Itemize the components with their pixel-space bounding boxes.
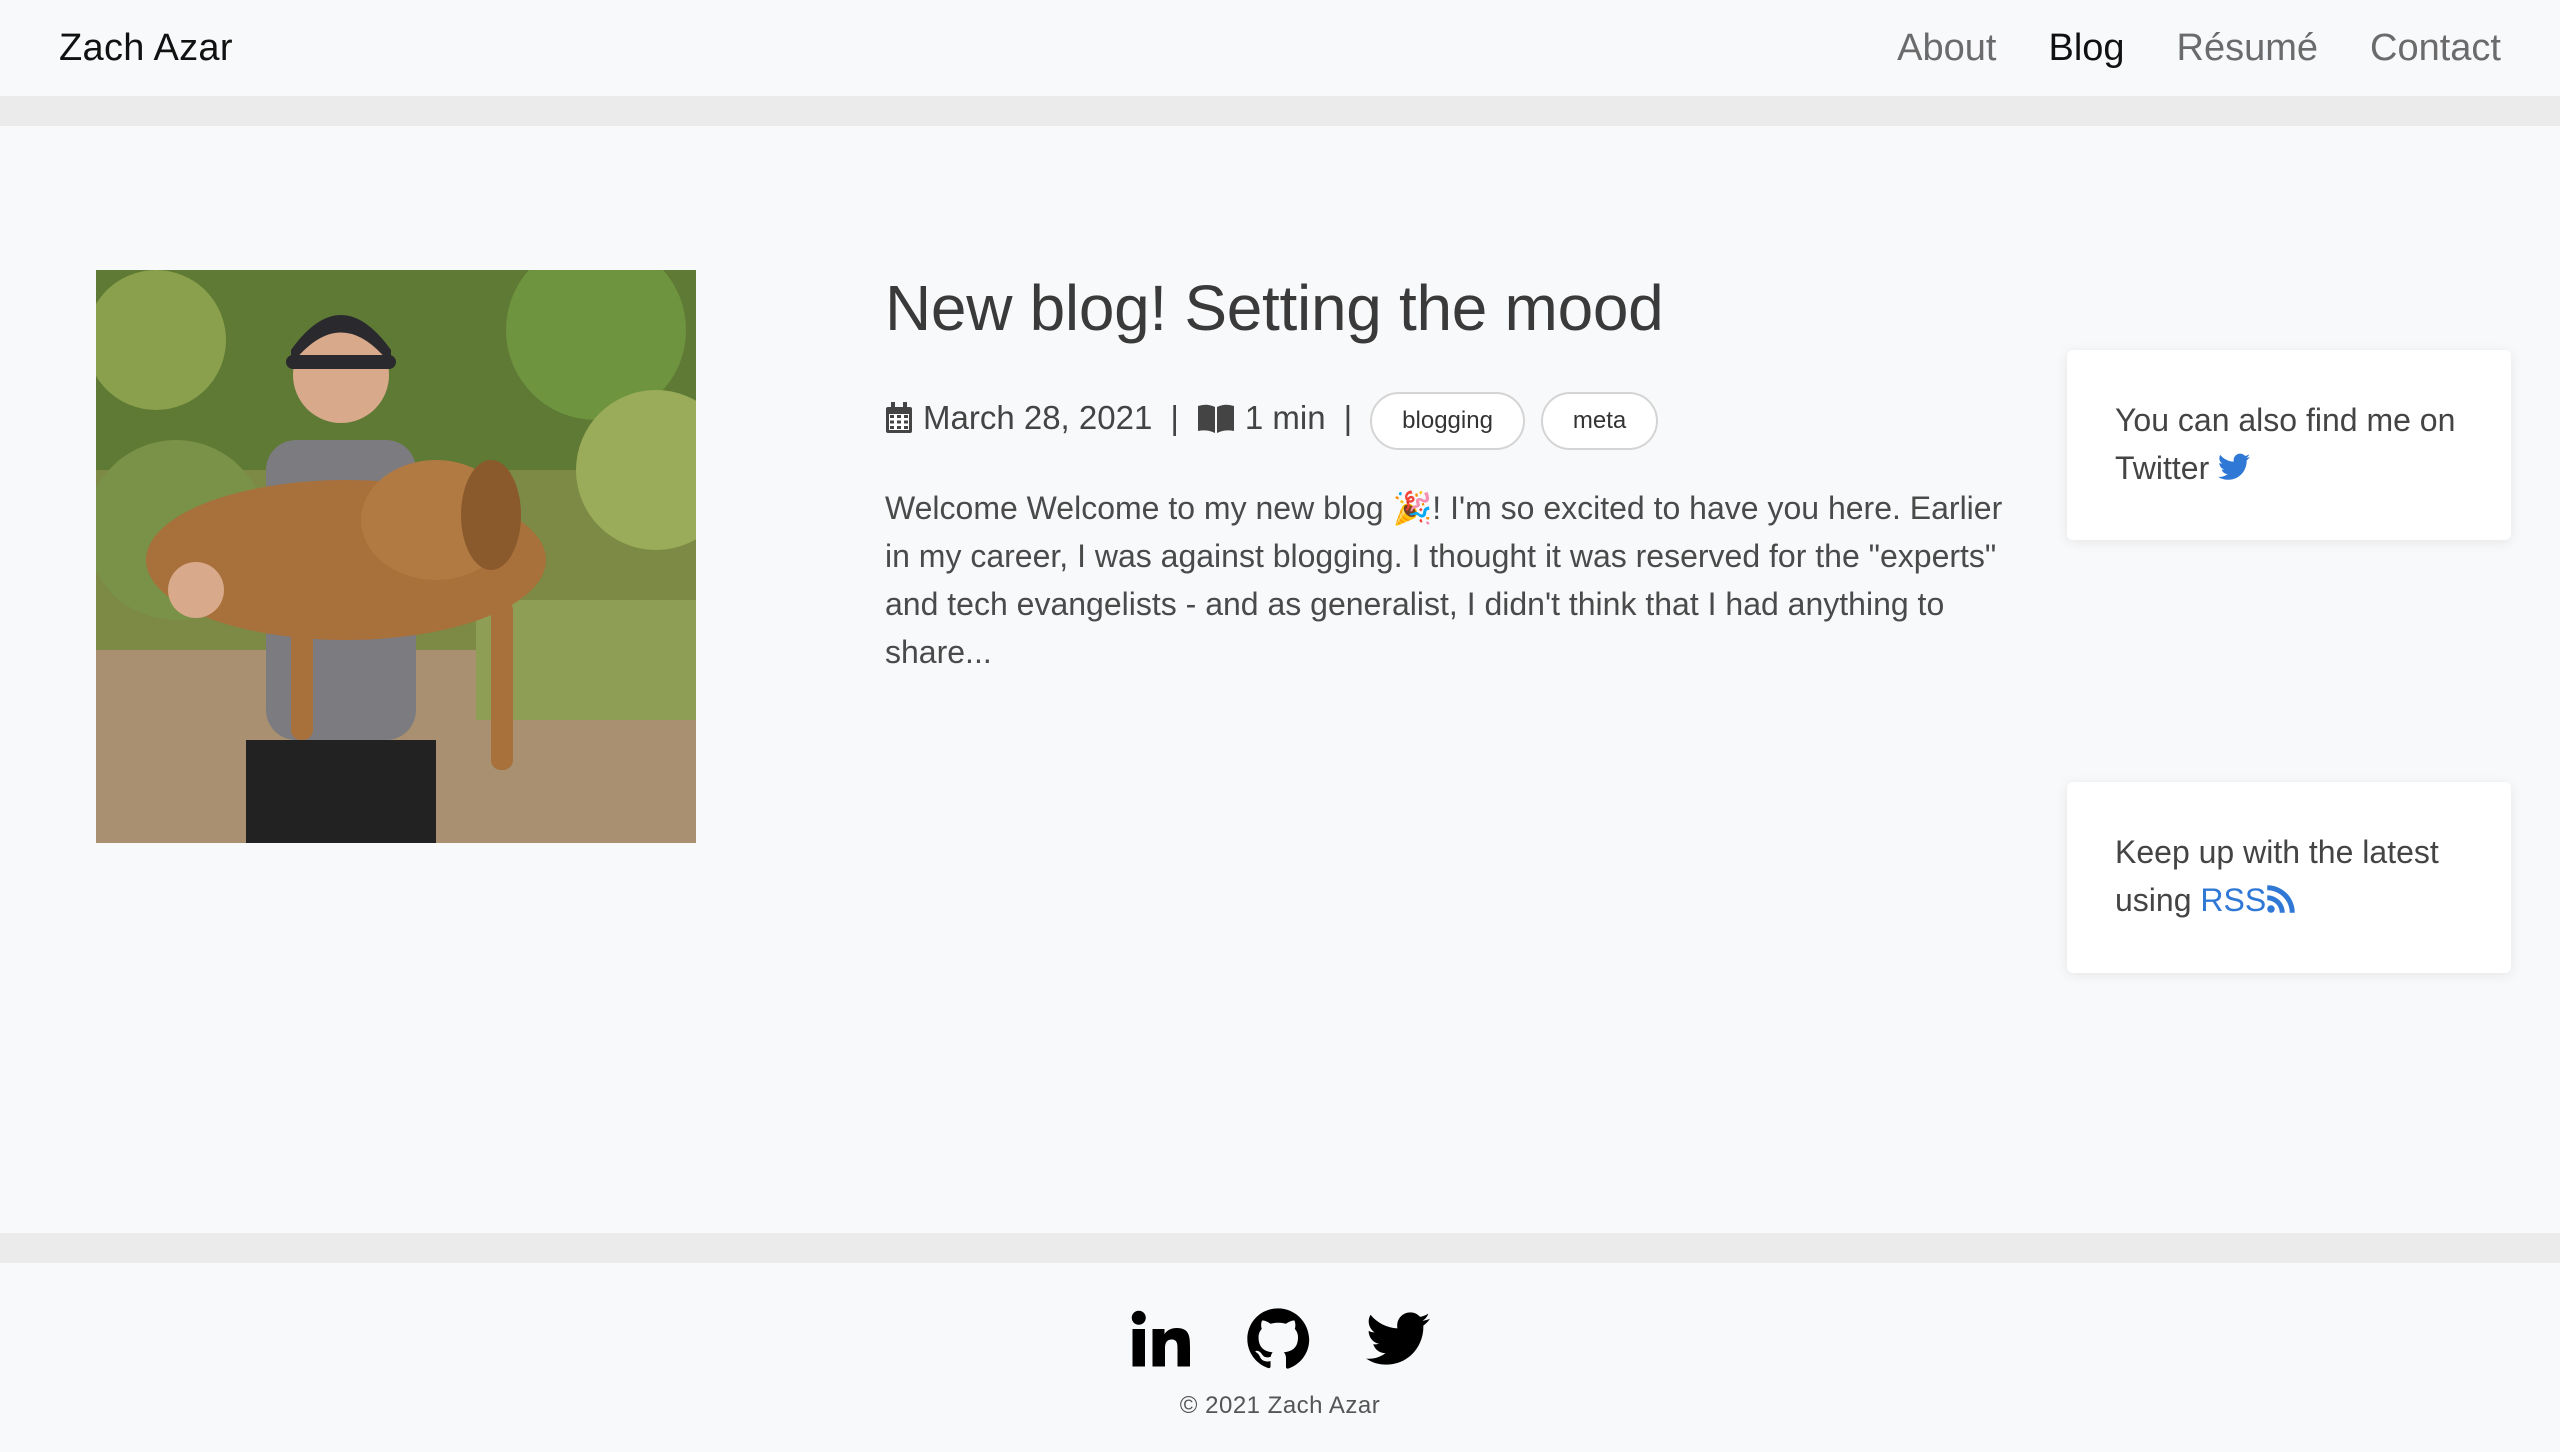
meta-separator: | [1170, 399, 1179, 436]
nav-resume[interactable]: Résumé [2177, 27, 2319, 70]
twitter-icon [1366, 1312, 1430, 1371]
book-icon [1197, 403, 1235, 433]
github-link[interactable] [1246, 1307, 1310, 1376]
calendar-icon [885, 402, 913, 434]
twitter-link[interactable]: Twitter [2115, 450, 2251, 486]
rss-link-label: RSS [2200, 882, 2267, 918]
post-read-time: 1 min [1244, 399, 1326, 436]
twitter-card-text: You can also find me on [2115, 402, 2456, 438]
post-excerpt: Welcome Welcome to my new blog 🎉! I'm so… [885, 490, 2003, 670]
social-links [1130, 1307, 1430, 1376]
twitter-link-label: Twitter [2115, 450, 2210, 486]
nav-links: About Blog Résumé Contact [1897, 27, 2501, 70]
post-title[interactable]: New blog! Setting the mood [885, 268, 2025, 348]
copyright: © 2021 Zach Azar [1179, 1392, 1381, 1419]
twitter-footer-link[interactable] [1366, 1312, 1430, 1371]
tag-blogging[interactable]: blogging [1370, 392, 1525, 450]
footer-divider-band [0, 1233, 2560, 1263]
brand-link[interactable]: Zach Azar [59, 27, 233, 70]
post-meta: March 28, 2021 | 1 min | blogging meta [885, 388, 2025, 450]
post-body: New blog! Setting the mood March 28, 202… [885, 268, 2025, 676]
footer: © 2021 Zach Azar [0, 1263, 2560, 1452]
nav-about[interactable]: About [1897, 27, 1996, 70]
nav-blog[interactable]: Blog [2048, 27, 2124, 70]
rss-icon [2266, 882, 2296, 918]
nav-contact[interactable]: Contact [2370, 27, 2501, 70]
linkedin-icon [1130, 1309, 1190, 1374]
header-divider-band [0, 96, 2560, 126]
post-thumbnail[interactable] [96, 270, 696, 843]
post-date: March 28, 2021 [923, 399, 1153, 436]
tag-meta[interactable]: meta [1540, 392, 1659, 450]
rss-link[interactable]: RSS [2200, 882, 2296, 918]
linkedin-link[interactable] [1130, 1309, 1190, 1374]
navbar: Zach Azar About Blog Résumé Contact [0, 0, 2560, 96]
rss-card: Keep up with the latest using RSS [2067, 782, 2511, 973]
twitter-bird-icon [2218, 450, 2251, 486]
meta-separator: | [1343, 399, 1353, 436]
github-icon [1246, 1307, 1310, 1376]
twitter-card: You can also find me on Twitter [2067, 350, 2511, 540]
